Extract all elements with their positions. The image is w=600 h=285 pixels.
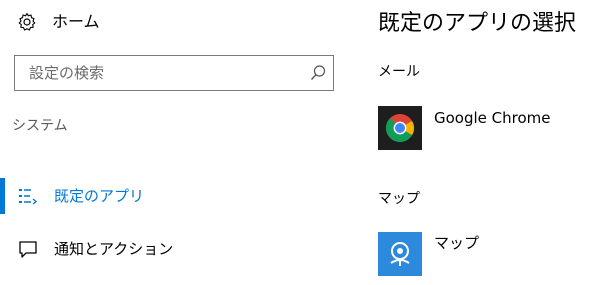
maps-group-label: マップ [378,191,420,207]
nav-item-default-apps[interactable]: 既定のアプリ [0,178,345,214]
settings-navigation-pane: ホーム システム 既定のアプリ 通知とアクション [0,0,345,285]
nav-item-label: 既定のアプリ [54,187,145,205]
search-icon[interactable] [309,64,327,82]
default-apps-content: 既定のアプリの選択 メール Google Chrome マップ マップ [378,0,600,285]
maps-app-selector[interactable]: マップ [378,232,600,276]
default-apps-icon [19,189,38,205]
maps-app-name: マップ [434,234,480,252]
active-indicator [0,178,5,214]
email-group-label: メール [378,64,420,80]
nav-item-label: 通知とアクション [54,240,174,258]
google-chrome-icon [378,106,422,150]
gear-icon [18,12,36,31]
home-nav-item[interactable]: ホーム [0,4,345,40]
email-app-name: Google Chrome [434,109,551,127]
notifications-icon [19,241,37,258]
settings-search-input[interactable] [15,56,305,90]
email-app-selector[interactable]: Google Chrome [378,106,600,150]
home-label: ホーム [52,12,100,31]
system-section-heading: システム [12,118,68,134]
page-title: 既定のアプリの選択 [378,11,577,36]
settings-search-box[interactable] [14,55,334,91]
nav-item-notifications[interactable]: 通知とアクション [0,231,345,267]
maps-app-icon [378,232,422,276]
